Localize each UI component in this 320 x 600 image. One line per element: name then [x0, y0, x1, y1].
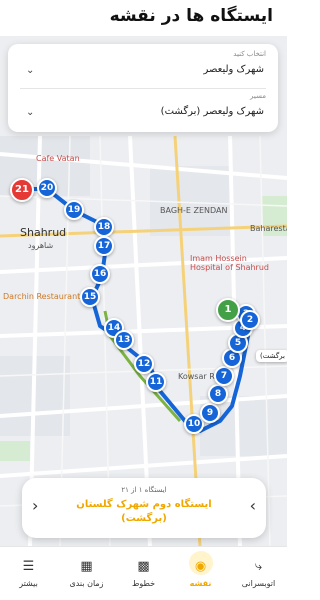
stop-marker-11[interactable]: 11 [146, 372, 166, 392]
stop-marker-19[interactable]: 19 [64, 200, 84, 220]
route-select-value: شهرک ولیعصر (برگشت) [160, 106, 264, 117]
stop-marker-8[interactable]: 8 [208, 384, 228, 404]
stop-marker-9[interactable]: 9 [200, 403, 220, 423]
return-tag: برگشت) [256, 350, 287, 362]
tab-bus-company-label: اتوبسرانی [241, 579, 276, 588]
map-label-darchin: Darchin Restaurant [3, 292, 81, 301]
tab-schedule[interactable]: ▦ زمان بندی [58, 547, 115, 600]
line-selector-card: انتخاب کنید شهرک ولیعصر ⌄ مسیر شهرک ولیع… [8, 44, 278, 132]
station-count: ایستگاه ۱ از ۲۱ [121, 486, 167, 494]
line-select[interactable]: انتخاب کنید شهرک ولیعصر ⌄ [8, 46, 278, 86]
chevron-down-icon: ⌄ [26, 107, 35, 118]
map-label-bahar: Baharestan [250, 224, 287, 233]
map-pin-icon: ◉ [194, 559, 207, 574]
tab-lines-label: خطوط [131, 579, 156, 588]
route-select-caption: مسیر [250, 92, 266, 100]
chevron-down-icon: ⌄ [26, 65, 35, 76]
bus-icon: ▩ [137, 559, 150, 574]
chevron-right-icon[interactable]: › [250, 496, 256, 515]
route-select[interactable]: مسیر شهرک ولیعصر (برگشت) ⌄ [8, 88, 278, 128]
map-label-shahrud-en: Shahrud [20, 226, 67, 239]
stop-marker-20[interactable]: 20 [37, 178, 57, 198]
stop-marker-21[interactable]: 21 [10, 178, 34, 202]
line-select-caption: انتخاب کنید [233, 50, 266, 58]
stop-marker-1[interactable]: 1 [216, 298, 240, 322]
stop-marker-7[interactable]: 7 [214, 366, 234, 386]
station-name: ایستگاه دوم شهرک گلستان (برگشت) [76, 499, 212, 524]
tab-more[interactable]: ☰ بیشتر [0, 547, 57, 600]
stop-marker-18[interactable]: 18 [94, 217, 114, 237]
map-label-hospital: Imam Hossein Hospital of Shahrud [190, 254, 269, 272]
map-label-shahrud-fa: شاهرود [28, 241, 54, 250]
stop-marker-2[interactable]: 2 [240, 310, 260, 330]
bottom-nav: ⤷ اتوبسرانی ◉ نقشه ▩ خطوط ▦ زمان بندی ☰ … [0, 546, 287, 600]
tab-lines[interactable]: ▩ خطوط [115, 547, 172, 600]
menu-icon: ☰ [22, 559, 35, 574]
calendar-icon: ▦ [80, 559, 93, 574]
stop-marker-12[interactable]: 12 [134, 354, 154, 374]
stop-marker-13[interactable]: 13 [114, 330, 134, 350]
tab-map-label: نقشه [189, 579, 212, 588]
tab-more-label: بیشتر [19, 579, 38, 588]
station-info-card: ایستگاه ۱ از ۲۱ ایستگاه دوم شهرک گلستان … [22, 478, 266, 538]
map-label-cafe: Cafe Vatan [36, 154, 80, 163]
stop-marker-17[interactable]: 17 [94, 236, 114, 256]
line-select-value: شهرک ولیعصر [203, 64, 264, 75]
route-icon: ⤷ [254, 559, 263, 574]
app-header: ایستگاه ها در نقشه [0, 0, 287, 36]
map-label-bagh: BAGH-E ZENDAN [160, 206, 228, 215]
chevron-left-icon[interactable]: ‹ [32, 496, 38, 515]
stop-marker-15[interactable]: 15 [80, 287, 100, 307]
tab-schedule-label: زمان بندی [69, 579, 104, 588]
stop-marker-16[interactable]: 16 [90, 264, 110, 284]
tab-map[interactable]: ◉ نقشه [172, 547, 229, 600]
tab-bus-company[interactable]: ⤷ اتوبسرانی [230, 547, 287, 600]
page-title: ایستگاه ها در نقشه [109, 6, 273, 26]
